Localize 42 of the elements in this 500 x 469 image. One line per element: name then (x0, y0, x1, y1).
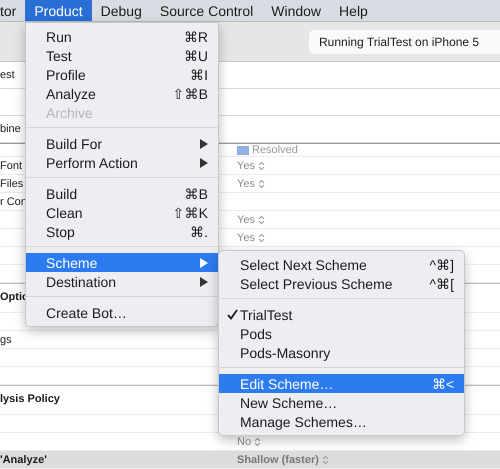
setting-name: est (0, 69, 15, 81)
stepper-arrows-icon (258, 160, 265, 170)
menu-item[interactable]: Edit Scheme… ⌘< (219, 374, 464, 393)
menu-item[interactable]: Build ⌘B (26, 184, 218, 203)
setting-name: Font (0, 160, 22, 172)
menu-item[interactable]: New Scheme… (219, 393, 464, 412)
stepper-arrows-icon (258, 178, 265, 188)
column-header: Resolved (252, 144, 298, 156)
menu-item[interactable]: Create Bot… (26, 303, 218, 322)
menu-bar-item[interactable]: Product (25, 0, 92, 21)
menu-item[interactable]: Pods (219, 324, 464, 343)
activity-status-field: Running TrialTest on iPhone 5 (309, 30, 500, 54)
menu-bar-item[interactable]: tor (0, 0, 26, 21)
menu-item[interactable]: Manage Schemes… (219, 412, 464, 431)
stepper-arrows-icon (258, 232, 265, 242)
stepper-arrows-icon (322, 454, 329, 464)
menu-item[interactable]: Perform Action (26, 153, 218, 172)
menu-bar-item[interactable]: Help (330, 0, 377, 21)
setting-name: bine (0, 123, 21, 135)
menu-item[interactable]: Profile ⌘I (26, 65, 218, 84)
stepper-arrows-icon (254, 436, 262, 446)
setting-name: Files (0, 178, 24, 190)
checkbox-icon (237, 146, 249, 154)
menu-item[interactable]: Build For (26, 134, 218, 153)
menu-item[interactable]: Pods-Masonry (219, 343, 464, 362)
setting-name: gs (0, 334, 12, 346)
menu-item[interactable]: Test ⌘U (26, 46, 218, 65)
menu-item[interactable]: Analyze ⇧⌘B (26, 84, 218, 103)
menu-item[interactable]: Scheme (26, 253, 218, 272)
menu-bar-item[interactable]: Window (262, 0, 330, 21)
menu-bar-item[interactable]: Debug (92, 0, 151, 21)
menu-bar-item[interactable]: Source Control (150, 0, 262, 21)
menu-item[interactable]: TrialTest (219, 305, 464, 324)
menu-item[interactable]: Destination (26, 272, 218, 291)
setting-name: 'Analyze' (0, 454, 47, 466)
menu-item[interactable]: Stop ⌘. (26, 222, 218, 241)
menu-item[interactable]: Clean ⇧⌘K (26, 203, 218, 222)
menu-item[interactable]: Select Previous Scheme ^⌘[ (219, 274, 464, 293)
stepper-arrows-icon (258, 214, 265, 224)
menu-item[interactable]: Run ⌘R (26, 27, 218, 46)
menu-item[interactable]: Select Next Scheme ^⌘] (219, 255, 464, 274)
setting-name: lysis Policy (0, 393, 60, 405)
